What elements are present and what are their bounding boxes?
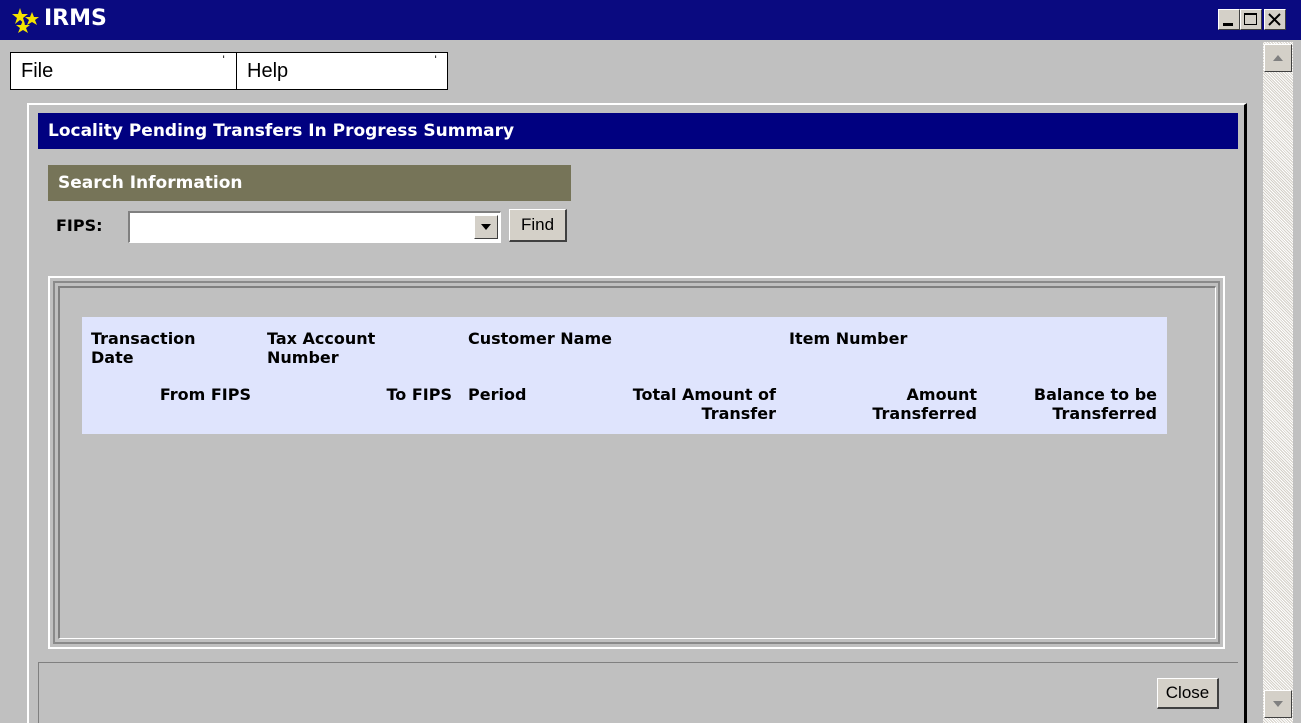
maximize-button[interactable] [1240,9,1262,30]
window-title: IRMS [44,6,107,31]
grid-header: Transaction Date Tax Account Number Cust… [82,317,1167,434]
fips-label: FIPS: [56,216,103,235]
fips-dropdown[interactable] [128,211,501,243]
menu-arrow-icon: ˈ [221,54,227,71]
menu-help-label: Help [247,60,289,82]
dropdown-button[interactable] [474,215,498,239]
menu-help[interactable]: Help ˈ [237,53,447,89]
column-total-amount[interactable]: Total Amount of Transfer [579,385,776,423]
close-icon [1268,13,1281,26]
menu-file[interactable]: File ˈ [11,53,236,89]
column-customer-name[interactable]: Customer Name [468,329,728,348]
scroll-up-icon [1273,55,1283,61]
scroll-down-button[interactable] [1264,690,1292,718]
minimize-button[interactable] [1218,9,1240,30]
column-from-fips[interactable]: From FIPS [91,385,251,404]
close-window-button[interactable] [1264,9,1286,30]
column-transaction-date[interactable]: Transaction Date [91,329,241,367]
column-tax-account-number[interactable]: Tax Account Number [267,329,427,367]
app-window: IRMS File ˈ Help ˈ Locality Pending Tran… [0,0,1301,723]
column-balance-to-be-transferred[interactable]: Balance to be Transferred [1001,385,1157,423]
minimize-icon [1223,23,1233,26]
chevron-down-icon [481,224,491,230]
footer-bar [38,662,1238,723]
scroll-down-icon [1273,701,1283,707]
title-bar[interactable]: IRMS [0,0,1301,40]
menu-file-label: File [21,60,54,82]
panel-title: Locality Pending Transfers In Progress S… [38,113,1238,149]
close-button[interactable]: Close [1157,678,1219,709]
stars-icon [12,7,42,33]
maximize-icon [1244,13,1257,25]
vertical-scrollbar[interactable] [1263,42,1293,723]
search-section-header: Search Information [48,165,571,201]
column-period[interactable]: Period [468,385,548,404]
menu-arrow-icon: ˈ [433,54,439,71]
column-item-number[interactable]: Item Number [789,329,989,348]
scroll-up-button[interactable] [1264,44,1292,72]
menu-bar: File ˈ Help ˈ [10,52,448,90]
column-amount-transferred[interactable]: Amount Transferred [829,385,977,423]
column-to-fips[interactable]: To FIPS [277,385,452,404]
find-button[interactable]: Find [509,209,567,242]
